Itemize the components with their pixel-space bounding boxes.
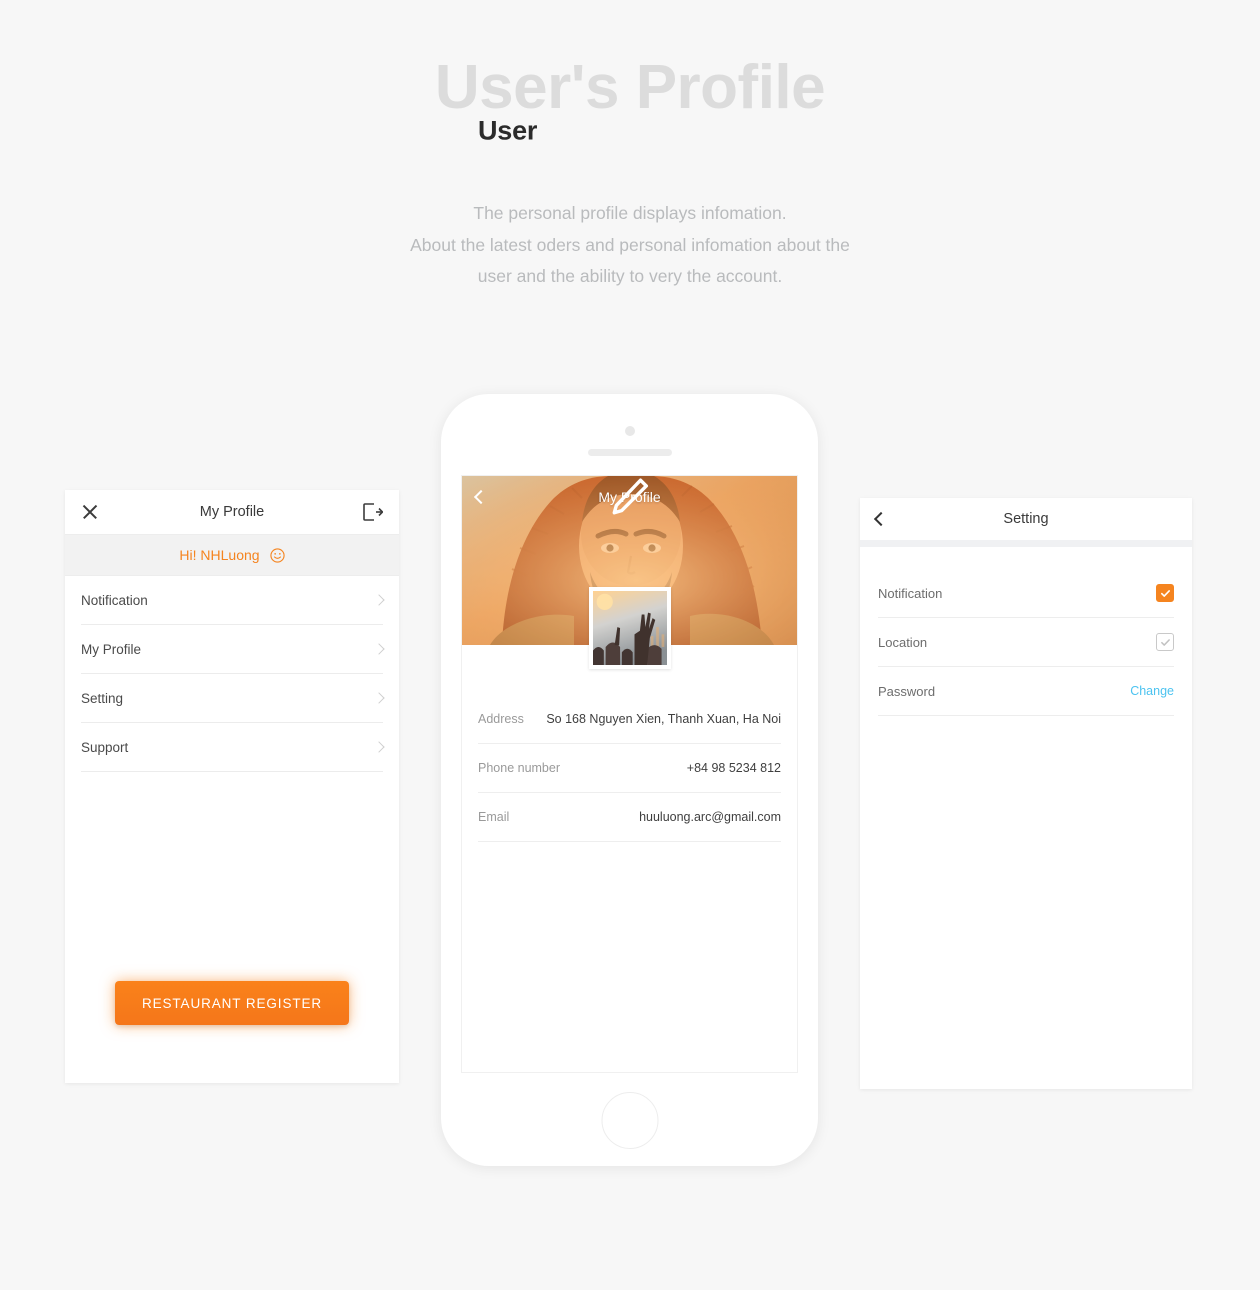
menu-item-label: Support — [81, 739, 129, 755]
right-screen-header: Setting — [860, 498, 1192, 540]
menu-item-support[interactable]: Support — [81, 723, 385, 772]
menu-item-label: My Profile — [81, 641, 142, 657]
phone-camera-dot — [625, 426, 635, 436]
avatar[interactable] — [588, 587, 671, 669]
left-screen-header: My Profile — [65, 490, 399, 534]
change-password-link[interactable]: Change — [1130, 684, 1174, 698]
chevron-right-icon — [373, 643, 385, 655]
info-label: Phone number — [478, 761, 561, 775]
greeting-text: Hi! NHLuong — [179, 547, 260, 563]
info-row-phone-number: Phone number +84 98 5234 812 — [478, 744, 781, 793]
setting-label: Location — [878, 634, 928, 650]
menu-item-my-profile[interactable]: My Profile — [81, 625, 385, 674]
setting-list: Notification Location Password Change — [860, 547, 1192, 716]
right-screen-title: Setting — [1003, 511, 1049, 527]
menu-item-setting[interactable]: Setting — [81, 674, 385, 723]
smiley-icon — [269, 547, 285, 563]
chevron-right-icon — [373, 692, 385, 704]
setting-row-location: Location — [878, 618, 1174, 667]
setting-row-password: Password Change — [878, 667, 1174, 716]
info-value: huuluong.arc@gmail.com — [639, 810, 781, 824]
page-header: User's Profile User The personal profile… — [0, 0, 1260, 287]
left-screen-title: My Profile — [199, 504, 265, 520]
setting-control — [1156, 633, 1174, 651]
hero-title-group: User's Profile User — [0, 0, 1260, 160]
phone-speaker-slot — [588, 449, 672, 456]
menu-item-notification[interactable]: Notification — [81, 576, 385, 625]
pencil-icon[interactable] — [612, 478, 783, 515]
chevron-left-icon[interactable] — [873, 511, 889, 527]
logout-icon[interactable] — [363, 503, 384, 521]
header-divider — [860, 540, 1192, 547]
greeting-bar: Hi! NHLuong — [65, 534, 399, 576]
close-icon[interactable] — [81, 503, 99, 521]
restaurant-register-button[interactable]: RESTAURANT REGISTER — [115, 981, 349, 1025]
profile-info-list: Address So 168 Nguyen Xien, Thanh Xuan, … — [462, 645, 797, 842]
page-title-large: User's Profile — [434, 53, 826, 122]
page-subtitle-line-3: user and the ability to very the account… — [477, 266, 783, 286]
menu-item-label: Notification — [81, 592, 148, 608]
page-subtitle-line-1: The personal profile displays infomation… — [473, 203, 787, 223]
phone-home-button[interactable] — [601, 1092, 659, 1149]
info-label: Address — [478, 712, 524, 726]
avatar-thumbnail-image — [592, 591, 667, 665]
chevron-right-icon — [373, 741, 385, 753]
notification-checkbox-checked[interactable] — [1156, 584, 1174, 602]
page-subtitle: The personal profile displays infomation… — [0, 198, 1260, 293]
left-phone-screen-my-profile-menu: My Profile Hi! NHLuong Notification My P… — [65, 490, 399, 1083]
center-phone-screen-my-profile: My Profile Address So 168 Nguyen Xien, T… — [462, 476, 797, 1072]
location-checkbox-unchecked[interactable] — [1156, 633, 1174, 651]
menu-item-label: Setting — [81, 690, 124, 706]
setting-label: Notification — [878, 585, 943, 601]
info-value: So 168 Nguyen Xien, Thanh Xuan, Ha Noi — [546, 712, 781, 726]
center-screen-header: My Profile — [462, 476, 797, 518]
right-phone-screen-setting: Setting Notification Location Password C… — [860, 498, 1192, 1089]
setting-control: Change — [1130, 682, 1174, 700]
setting-label: Password — [878, 683, 936, 699]
info-row-address: Address So 168 Nguyen Xien, Thanh Xuan, … — [478, 695, 781, 744]
page-subtitle-line-2: About the latest oders and personal info… — [410, 234, 850, 255]
page-title-small: User — [478, 115, 538, 146]
info-value: +84 98 5234 812 — [686, 761, 781, 775]
setting-row-notification: Notification — [878, 569, 1174, 618]
setting-control — [1156, 584, 1174, 602]
chevron-right-icon — [373, 594, 385, 606]
info-label: Email — [478, 810, 510, 824]
profile-menu-list: Notification My Profile Setting Support — [65, 576, 399, 772]
info-row-email: Email huuluong.arc@gmail.com — [478, 793, 781, 842]
